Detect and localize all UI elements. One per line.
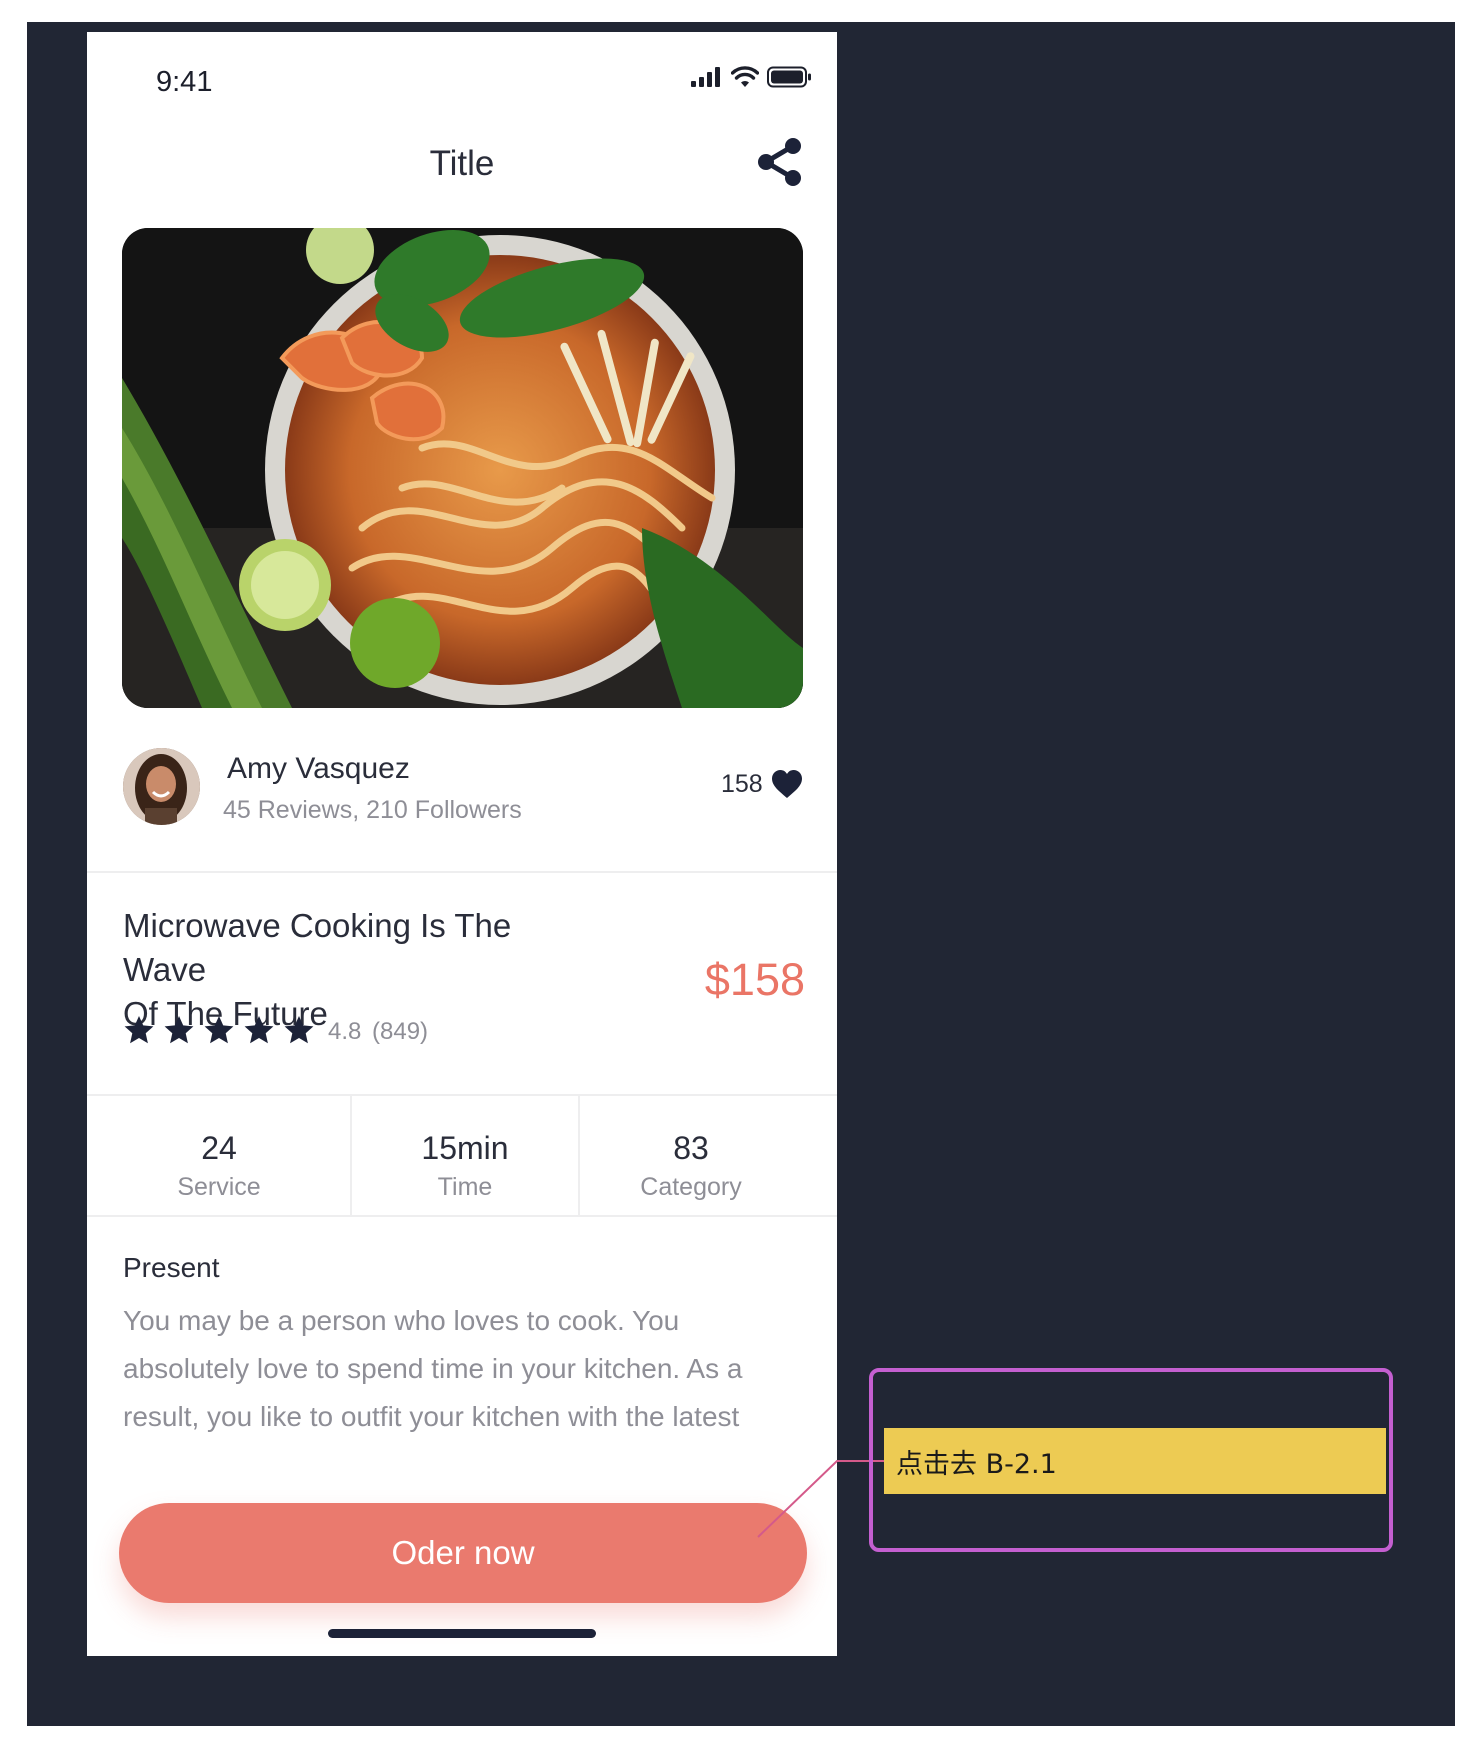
star-icon	[124, 1016, 154, 1044]
author-stats: 45 Reviews, 210 Followers	[223, 796, 522, 824]
battery-icon	[767, 66, 811, 88]
description-line: You may be a person who loves to cook. Y…	[123, 1305, 680, 1336]
divider	[87, 1094, 837, 1096]
stat-label: Service	[177, 1173, 261, 1201]
noodle-bowl-illustration	[122, 228, 803, 708]
like-count: 158	[721, 770, 763, 798]
star-icon	[244, 1016, 274, 1044]
stat-category: 83 Category	[580, 1130, 802, 1202]
description-line: absolutely love to spend time in your ki…	[123, 1353, 743, 1384]
divider	[87, 871, 837, 873]
heart-icon[interactable]	[771, 769, 803, 799]
status-time: 9:41	[156, 66, 213, 98]
page-title: Title	[429, 144, 495, 183]
present-heading: Present	[123, 1252, 220, 1283]
stat-service: 24 Service	[87, 1130, 351, 1202]
stat-value: 24	[201, 1130, 237, 1166]
present-description: You may be a person who loves to cook. Y…	[123, 1297, 813, 1441]
recipe-price: $158	[704, 954, 805, 1005]
share-icon[interactable]	[755, 136, 805, 188]
status-icons	[691, 66, 811, 88]
phone-screen: 9:41 Title Amy Vasquez 45 Reviews, 210 F…	[87, 32, 837, 1656]
star-icon	[204, 1016, 234, 1044]
home-indicator	[328, 1629, 596, 1638]
stat-value: 15min	[421, 1130, 509, 1166]
stat-label: Category	[640, 1173, 742, 1201]
annotation-label[interactable]: 点击去 B-2.1	[884, 1428, 1386, 1494]
author-avatar[interactable]	[123, 748, 200, 825]
rating-value: 4.8	[328, 1018, 362, 1045]
rating-count: (849)	[372, 1018, 429, 1045]
prototype-canvas: 9:41 Title Amy Vasquez 45 Reviews, 210 F…	[27, 22, 1455, 1726]
recipe-hero-image	[122, 228, 803, 708]
stat-label: Time	[437, 1173, 493, 1201]
author-name[interactable]: Amy Vasquez	[227, 752, 410, 786]
star-icon	[164, 1016, 194, 1044]
star-icon	[284, 1016, 314, 1044]
stat-time: 15min Time	[352, 1130, 578, 1202]
wifi-icon	[731, 66, 759, 87]
stat-value: 83	[673, 1130, 709, 1166]
star-rating	[123, 1014, 315, 1046]
order-now-button[interactable]: Oder now	[119, 1503, 807, 1603]
description-line: result, you like to outfit your kitchen …	[123, 1401, 740, 1432]
recipe-title-line: Microwave Cooking Is The Wave	[123, 907, 512, 988]
divider	[87, 1215, 837, 1217]
signal-icon	[691, 67, 720, 87]
